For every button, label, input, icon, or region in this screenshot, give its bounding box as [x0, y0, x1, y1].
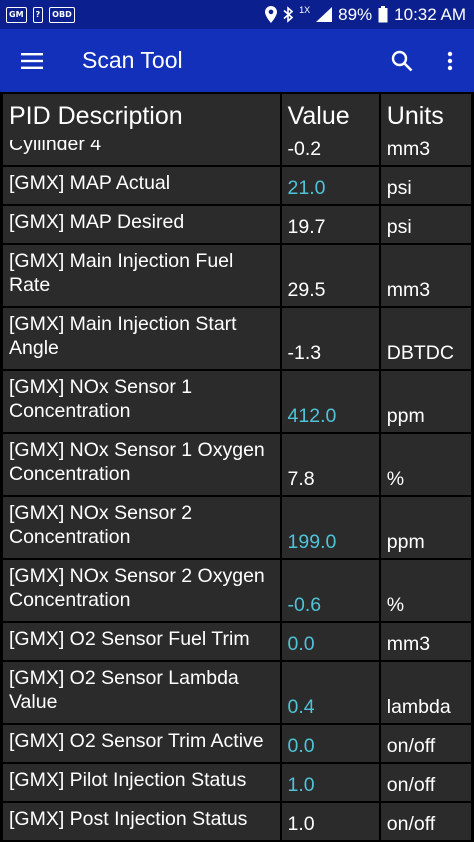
table-row[interactable]: [GMX] MAP Desired 19.7 psi — [3, 206, 471, 243]
header-units: Units — [380, 94, 471, 140]
app-bar: Scan Tool — [0, 29, 474, 92]
speed-badge: 1X — [299, 4, 311, 15]
header-pid-description: PID Description — [3, 94, 280, 140]
pid-units: lambda — [380, 662, 471, 723]
pid-value: 0.0 — [281, 623, 379, 660]
pid-value: 1.0 — [281, 803, 379, 840]
pid-description: [GMX] O2 Sensor Trim Active — [3, 725, 280, 762]
pid-description: [GMX] Post Injection Status — [3, 803, 280, 840]
notification-obd-icon: OBD — [49, 6, 75, 23]
table-row[interactable]: [GMX] NOx Sensor 1 Oxygen Concentration 7… — [3, 434, 471, 495]
search-icon — [391, 50, 413, 71]
pid-description: [GMX] MAP Desired — [3, 206, 280, 243]
pid-value: 0.4 — [281, 662, 379, 723]
notification-gm-icon: GM — [6, 6, 27, 23]
pid-units: psi — [380, 167, 471, 204]
table-row[interactable]: [GMX] NOx Sensor 2 Oxygen Concentration -… — [3, 560, 471, 621]
table-row[interactable]: [GMX] O2 Sensor Trim Active 0.0 on/off — [3, 725, 471, 762]
pid-description: [GMX] Pilot Injection Status — [3, 764, 280, 801]
pid-units: psi — [380, 206, 471, 243]
pid-units: mm3 — [380, 245, 471, 306]
pid-units: on/off — [380, 725, 471, 762]
pid-rows: [GMX] Injector Balance Rate Cyllinder 4-… — [3, 104, 471, 842]
more-options-button[interactable] — [426, 29, 474, 92]
search-button[interactable] — [378, 29, 426, 92]
bluetooth-icon — [283, 6, 294, 23]
table-row[interactable]: [GMX] Post Injection Status 1.0 on/off — [3, 803, 471, 840]
notification-help-icon: ? — [32, 6, 44, 23]
system-icons: 1X 89% 10:32 AM — [265, 5, 474, 25]
table-row[interactable]: [GMX] Main Injection Fuel Rate 29.5 mm3 — [3, 245, 471, 306]
table-row[interactable]: [GMX] MAP Actual 21.0 psi — [3, 167, 471, 204]
pid-value: 0.0 — [281, 725, 379, 762]
battery-icon — [378, 6, 388, 23]
pid-description: [GMX] O2 Sensor Lambda Value — [3, 662, 280, 723]
pid-units: on/off — [380, 764, 471, 801]
pid-units: mm3 — [380, 623, 471, 660]
pid-description: [GMX] Main Injection Start Angle — [3, 308, 280, 369]
clock: 10:32 AM — [394, 4, 466, 24]
pid-value: 21.0 — [281, 167, 379, 204]
table-row[interactable]: [GMX] O2 Sensor Lambda Value 0.4 lambda — [3, 662, 471, 723]
pid-description: [GMX] MAP Actual — [3, 167, 280, 204]
pid-description: [GMX] NOx Sensor 2 Oxygen Concentration — [3, 560, 280, 621]
notification-icons: GM ? OBD — [0, 6, 75, 23]
pid-units: on/off — [380, 803, 471, 840]
pid-units: % — [380, 434, 471, 495]
pid-value: 412.0 — [281, 371, 379, 432]
battery-percent: 89% — [338, 4, 373, 24]
table-row[interactable]: [GMX] Pilot Injection Status 1.0 on/off — [3, 764, 471, 801]
pid-value: -0.6 — [281, 560, 379, 621]
pid-value: 7.8 — [281, 434, 379, 495]
pid-value: 1.0 — [281, 764, 379, 801]
pid-units: % — [380, 560, 471, 621]
pid-value: 199.0 — [281, 497, 379, 558]
status-bar: GM ? OBD 1X 89% 10:32 AM — [0, 0, 474, 29]
pid-value: 29.5 — [281, 245, 379, 306]
header-value: Value — [281, 94, 379, 140]
table-row[interactable]: [GMX] NOx Sensor 1 Concentration 412.0 ppm — [3, 371, 471, 432]
pid-description: [GMX] Main Injection Fuel Rate — [3, 245, 280, 306]
pid-value: 19.7 — [281, 206, 379, 243]
pid-description: [GMX] O2 Sensor Fuel Trim — [3, 623, 280, 660]
table-row[interactable]: [GMX] Main Injection Start Angle -1.3 DBTD… — [3, 308, 471, 369]
location-icon — [265, 6, 278, 23]
signal-icon — [316, 7, 333, 22]
menu-button[interactable] — [0, 29, 64, 92]
pid-description: [GMX] NOx Sensor 1 Oxygen Concentration — [3, 434, 280, 495]
table-header: PID Description Value Units — [3, 92, 471, 140]
more-vert-icon — [447, 51, 453, 70]
pid-description: [GMX] NOx Sensor 2 Concentration — [3, 497, 280, 558]
table-row[interactable]: [GMX] O2 Sensor Fuel Trim 0.0 mm3 — [3, 623, 471, 660]
pid-table[interactable]: [GMX] Injector Balance Rate Cyllinder 4-… — [3, 92, 471, 842]
pid-units: ppm — [380, 371, 471, 432]
pid-value: -1.3 — [281, 308, 379, 369]
table-row[interactable]: [GMX] NOx Sensor 2 Concentration 199.0 ppm — [3, 497, 471, 558]
app-title: Scan Tool — [82, 47, 183, 73]
pid-units: DBTDC — [380, 308, 471, 369]
pid-description: [GMX] NOx Sensor 1 Concentration — [3, 371, 280, 432]
pid-units: ppm — [380, 497, 471, 558]
menu-icon — [21, 52, 43, 69]
